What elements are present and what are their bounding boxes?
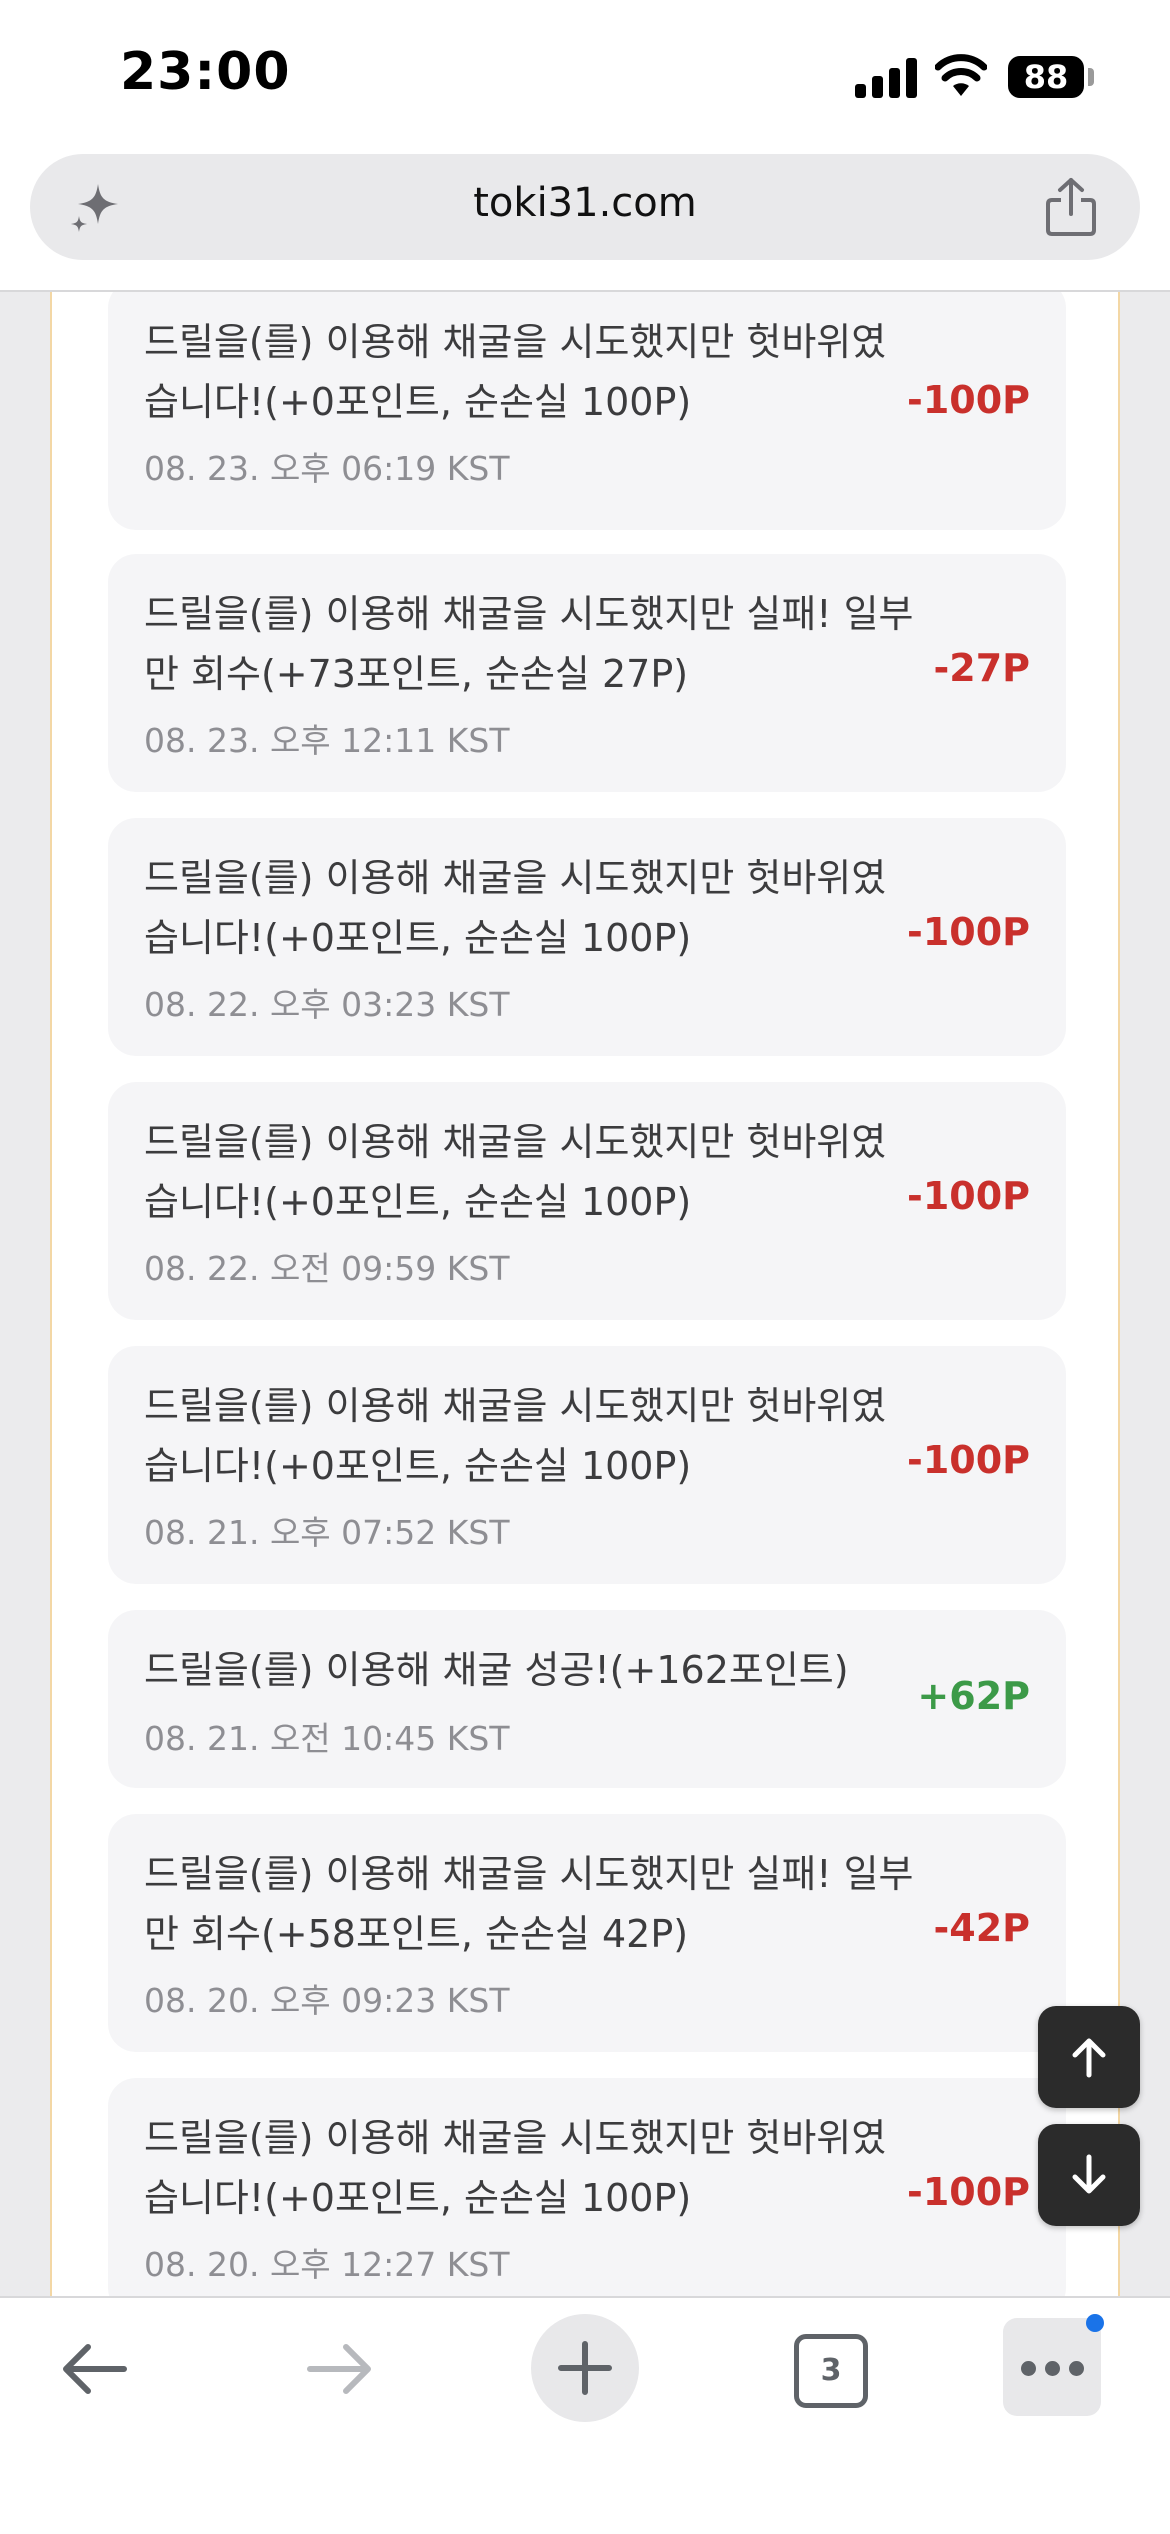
more-menu-button[interactable] [1003,2318,1101,2416]
history-message: 드릴을(를) 이용해 채굴을 시도했지만 실패! 일부만 회수(+58포인트, … [144,1852,914,1956]
list-item: 드릴을(를) 이용해 채굴 성공!(+162포인트) 08. 21. 오전 10… [108,1610,1066,1788]
arrow-down-icon [1072,2154,1106,2194]
share-icon[interactable] [1042,176,1100,238]
list-item: 드릴을(를) 이용해 채굴을 시도했지만 실패! 일부만 회수(+73포인트, … [108,554,1066,792]
history-amount: -42P [933,1906,1030,1950]
history-date: 08. 22. 오전 09:59 KST [144,1249,510,1288]
history-date: 08. 23. 오후 12:11 KST [144,721,510,760]
tab-count[interactable]: 3 [794,2334,868,2408]
page-content[interactable]: 드릴을(를) 이용해 채굴을 시도했지만 헛바위였습니다!(+0포인트, 순손실… [0,292,1170,2296]
history-message: 드릴을(를) 이용해 채굴을 시도했지만 헛바위였습니다!(+0포인트, 순손실… [144,2116,887,2220]
history-amount: +62P [917,1674,1030,1718]
list-item: 드릴을(를) 이용해 채굴을 시도했지만 실패! 일부만 회수(+58포인트, … [108,1814,1066,2052]
history-message: 드릴을(를) 이용해 채굴 성공!(+162포인트) [144,1648,849,1692]
new-tab-button[interactable] [531,2314,639,2422]
more-dots-icon [1021,2361,1036,2376]
history-amount: -100P [907,910,1030,954]
history-date: 08. 21. 오전 10:45 KST [144,1719,510,1758]
list-item: 드릴을(를) 이용해 채굴을 시도했지만 헛바위였습니다!(+0포인트, 순손실… [108,1346,1066,1584]
arrow-up-icon [1072,2038,1106,2078]
battery-indicator: 88 [1008,56,1084,98]
battery-tip [1088,68,1094,86]
history-amount: -100P [907,1174,1030,1218]
scroll-top-button[interactable] [1038,2006,1140,2108]
history-date: 08. 23. 오후 06:19 KST [144,449,510,488]
history-message: 드릴을(를) 이용해 채굴을 시도했지만 헛바위였습니다!(+0포인트, 순손실… [144,320,887,424]
history-message: 드릴을(를) 이용해 채굴을 시도했지만 헛바위였습니다!(+0포인트, 순손실… [144,1384,887,1488]
wifi-icon [935,54,987,96]
history-amount: -100P [907,2170,1030,2214]
back-arrow-icon[interactable] [58,2340,130,2398]
browser-bottom-bar: 3 [0,2296,1170,2534]
cellular-signal-icon [855,58,917,98]
scroll-bottom-button[interactable] [1038,2124,1140,2226]
history-panel: 드릴을(를) 이용해 채굴을 시도했지만 헛바위였습니다!(+0포인트, 순손실… [50,292,1120,2296]
list-item: 드릴을(를) 이용해 채굴을 시도했지만 헛바위였습니다!(+0포인트, 순손실… [108,292,1066,530]
list-item: 드릴을(를) 이용해 채굴을 시도했지만 헛바위였습니다!(+0포인트, 순손실… [108,1082,1066,1320]
history-amount: -100P [907,378,1030,422]
list-item: 드릴을(를) 이용해 채굴을 시도했지만 헛바위였습니다!(+0포인트, 순손실… [108,2078,1066,2296]
plus-icon [558,2341,612,2395]
status-bar: 23:00 88 [0,0,1170,150]
history-date: 08. 20. 오후 09:23 KST [144,1981,510,2020]
address-bar[interactable]: toki31.com [30,154,1140,260]
notification-dot [1086,2314,1104,2332]
history-date: 08. 21. 오후 07:52 KST [144,1513,510,1552]
history-amount: -100P [907,1438,1030,1482]
history-amount: -27P [933,646,1030,690]
forward-arrow-icon[interactable] [304,2340,376,2398]
status-time: 23:00 [120,42,291,102]
url-text[interactable]: toki31.com [30,180,1140,226]
list-item: 드릴을(를) 이용해 채굴을 시도했지만 헛바위였습니다!(+0포인트, 순손실… [108,818,1066,1056]
history-message: 드릴을(를) 이용해 채굴을 시도했지만 헛바위였습니다!(+0포인트, 순손실… [144,1120,887,1224]
more-dots-icon [1045,2361,1060,2376]
history-date: 08. 22. 오후 03:23 KST [144,985,510,1024]
history-date: 08. 20. 오후 12:27 KST [144,2245,510,2284]
history-message: 드릴을(를) 이용해 채굴을 시도했지만 실패! 일부만 회수(+73포인트, … [144,592,914,696]
more-dots-icon [1069,2361,1084,2376]
history-message: 드릴을(를) 이용해 채굴을 시도했지만 헛바위였습니다!(+0포인트, 순손실… [144,856,887,960]
